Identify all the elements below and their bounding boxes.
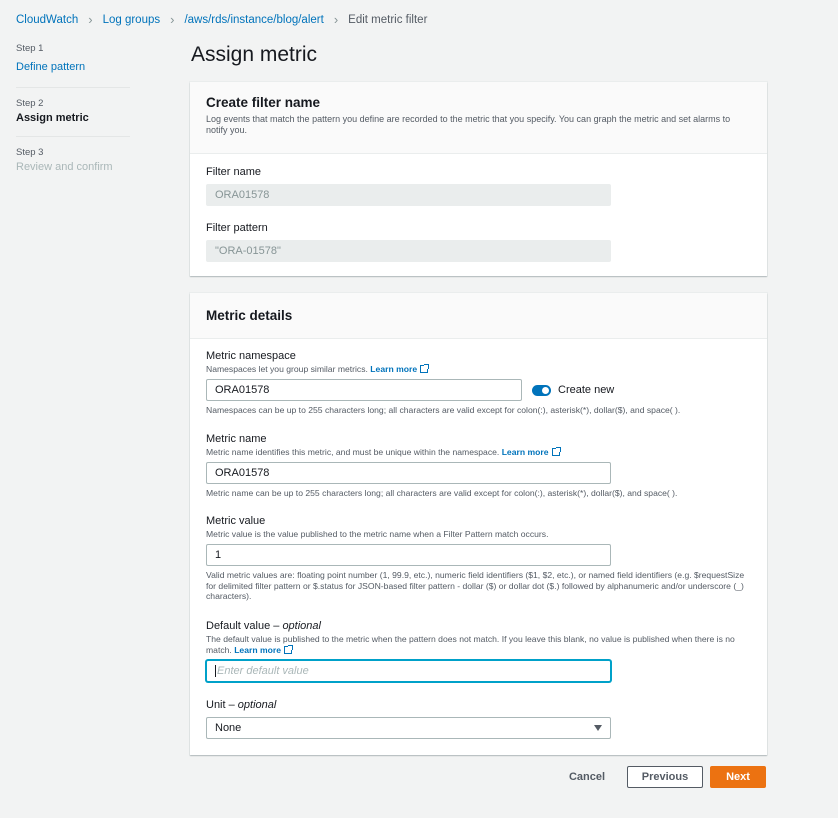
namespace-label: Metric namespace (206, 350, 296, 362)
metric-value-input[interactable]: 1 (206, 544, 611, 566)
step-1: Step 1 Define pattern (16, 43, 130, 88)
metric-name-description: Metric name identifies this metric, and … (206, 447, 751, 458)
panel-description: Log events that match the pattern you de… (206, 114, 731, 135)
default-value-label: Default value – optional (206, 620, 751, 632)
metric-name-field: Metric name Metric name identifies this … (206, 433, 751, 499)
metric-value-value: 1 (215, 549, 222, 561)
panel-title: Metric details (206, 308, 293, 323)
previous-button[interactable]: Previous (627, 766, 703, 788)
page-title: Assign metric (191, 43, 318, 66)
unit-field: Unit – optional None (206, 699, 751, 739)
step-2: Step 2 Assign metric (16, 98, 130, 137)
external-link-icon (284, 645, 293, 654)
optional-text: optional (282, 620, 321, 632)
step-link-define-pattern[interactable]: Define pattern (16, 61, 85, 73)
namespace-input[interactable]: ORA01578 (206, 379, 522, 401)
chevron-right-icon: › (88, 12, 93, 27)
breadcrumb-cloudwatch[interactable]: CloudWatch (16, 14, 78, 26)
breadcrumb-current: Edit metric filter (348, 13, 428, 26)
metric-value-constraint: Valid metric values are: floating point … (206, 570, 745, 601)
panel-header: Metric details (190, 293, 767, 339)
step-3: Step 3 Review and confirm (16, 147, 130, 185)
unit-label-text: Unit – (206, 699, 238, 711)
breadcrumb-log-groups[interactable]: Log groups (103, 14, 161, 26)
default-value-placeholder: Enter default value (217, 665, 309, 677)
default-value-label-text: Default value – (206, 620, 283, 632)
chevron-right-icon: › (333, 12, 339, 27)
namespace-row: ORA01578 Create new (206, 379, 751, 401)
external-link-icon (551, 447, 561, 456)
unit-selected: None (215, 722, 242, 734)
filter-pattern-value: "ORA-01578" (215, 245, 281, 257)
unit-label: Unit – optional (206, 699, 751, 711)
next-button[interactable]: Next (710, 766, 766, 788)
text-caret (215, 665, 216, 677)
default-value-input[interactable]: Enter default value (206, 660, 611, 682)
external-link-icon (420, 364, 430, 373)
filter-name-panel: Create filter name Log events that match… (190, 82, 767, 276)
filter-name-label: Filter name (206, 166, 262, 178)
step-number: Step 2 (16, 98, 44, 109)
metric-name-label: Metric name (206, 433, 267, 445)
filter-pattern-input: "ORA-01578" (206, 240, 611, 262)
caret-down-icon (594, 725, 602, 731)
unit-select[interactable]: None (206, 717, 611, 739)
filter-pattern-label: Filter pattern (206, 222, 268, 234)
cancel-button[interactable]: Cancel (560, 766, 614, 788)
metric-value-label: Metric value (206, 515, 266, 527)
wizard-steps: Step 1 Define pattern Step 2 Assign metr… (16, 43, 130, 195)
filter-name-input: ORA01578 (206, 184, 611, 206)
metric-name-input[interactable]: ORA01578 (206, 462, 611, 484)
create-new-toggle[interactable] (532, 384, 551, 396)
panel-header: Create filter name Log events that match… (190, 82, 767, 154)
namespace-desc-text: Namespaces let you group similar metrics… (206, 364, 368, 374)
learn-more-link[interactable]: Learn more (370, 364, 417, 374)
metric-name-desc-text: Metric name identifies this metric, and … (206, 447, 500, 457)
breadcrumb-log-group[interactable]: /aws/rds/instance/blog/alert (184, 14, 323, 26)
panel-title: Create filter name (206, 95, 321, 110)
metric-value-field: Metric value Metric value is the value p… (206, 515, 751, 602)
create-new-toggle-wrap: Create new (532, 384, 614, 396)
filter-name-value: ORA01578 (215, 189, 270, 201)
step-title-assign-metric: Assign metric (16, 112, 89, 124)
default-value-field: Default value – optional The default val… (206, 620, 751, 682)
step-title-review: Review and confirm (16, 161, 113, 173)
optional-text: optional (237, 699, 277, 711)
learn-more-link[interactable]: Learn more (502, 447, 549, 457)
learn-more-link[interactable]: Learn more (234, 645, 281, 655)
chevron-right-icon: › (170, 12, 175, 27)
step-number: Step 1 (16, 43, 44, 54)
metric-value-description: Metric value is the value published to t… (206, 529, 549, 539)
step-number: Step 3 (16, 147, 44, 158)
metric-name-value: ORA01578 (215, 467, 270, 479)
namespace-value: ORA01578 (215, 384, 270, 396)
default-value-description: The default value is published to the me… (206, 634, 751, 656)
namespace-constraint: Namespaces can be up to 255 characters l… (206, 405, 681, 415)
breadcrumb: CloudWatch › Log groups › /aws/rds/insta… (16, 12, 427, 27)
metric-details-panel: Metric details Metric namespace Namespac… (190, 293, 767, 755)
metric-name-constraint: Metric name can be up to 255 characters … (206, 488, 678, 498)
namespace-description: Namespaces let you group similar metrics… (206, 364, 751, 375)
namespace-field: Metric namespace Namespaces let you grou… (206, 350, 751, 416)
create-new-label: Create new (558, 384, 615, 396)
